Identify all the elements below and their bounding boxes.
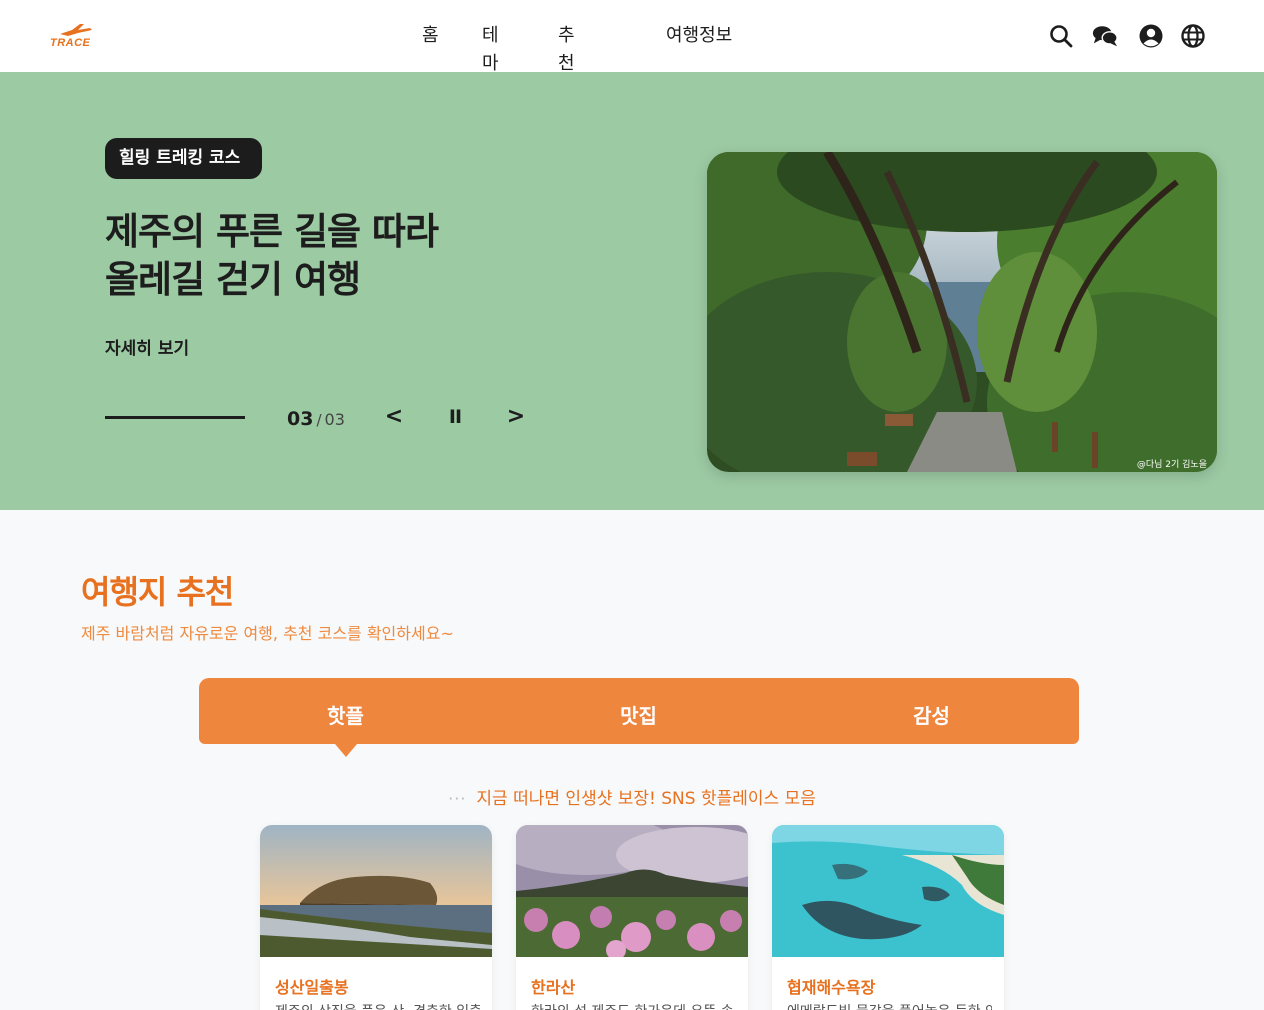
nav-theme[interactable]: 테마 — [482, 22, 499, 78]
logo-text: TRACE — [50, 37, 91, 49]
category-tabs: 핫플 맛집 감성 — [199, 678, 1079, 744]
section-subtitle: 제주 바람처럼 자유로운 여행, 추천 코스를 확인하세요~ — [81, 624, 454, 643]
seongsan-image — [260, 825, 492, 957]
slide-progress-fill — [105, 416, 245, 419]
place-card[interactable]: 협재해수욕장 에메랄드빛 물감을 풀어놓은 듯한 연 — [772, 825, 1004, 1010]
image-credit: @다님 2기 김노을 — [1136, 460, 1207, 470]
place-card[interactable]: 한라산 한라의 섬 제주도 한가운데 우뚝 솟 — [516, 825, 748, 1010]
hero-badge: 힐링 트레킹 코스 — [105, 138, 263, 179]
hero-title: 제주의 푸른 길을 따라 올레길 걷기 여행 — [105, 208, 565, 304]
tab-mood[interactable]: 감성 — [785, 678, 1078, 744]
globe-icon[interactable] — [1180, 23, 1206, 49]
site-header: TRACE 홈 테마 추천코스 여행정보 — [0, 0, 1264, 130]
nav-home[interactable]: 홈 — [422, 22, 439, 50]
tab-tagline: ··· 지금 떠나면 인생샷 보장! SNS 핫플레이스 모음 — [0, 784, 1264, 809]
tab-hotplace[interactable]: 핫플 — [199, 678, 492, 744]
section-title: 여행지 추천 — [81, 573, 234, 611]
logo[interactable]: TRACE — [48, 22, 104, 50]
active-tab-indicator — [335, 744, 357, 757]
tagline-dots: ··· — [448, 789, 467, 808]
slide-counter: 03/03 — [287, 408, 345, 430]
slide-prev-button[interactable]: < — [382, 402, 406, 432]
place-card-title: 협재해수욕장 — [787, 978, 876, 997]
hero-more-link[interactable]: 자세히 보기 — [105, 334, 189, 359]
hero-banner: 힐링 트레킹 코스 제주의 푸른 길을 따라 올레길 걷기 여행 자세히 보기 … — [0, 72, 1264, 510]
tagline-text: 지금 떠나면 인생샷 보장! SNS 핫플레이스 모음 — [476, 789, 816, 809]
nav-travel-info[interactable]: 여행정보 — [666, 22, 756, 50]
slide-pause-button[interactable]: II — [443, 402, 467, 432]
place-card[interactable]: 성산일출봉 제주의 상징을 품은 산, 경충한 일출 — [260, 825, 492, 1010]
place-card-desc: 에메랄드빛 물감을 풀어놓은 듯한 연 — [787, 1001, 992, 1010]
hero-image-olle-trail[interactable]: @다님 2기 김노을 — [707, 152, 1217, 472]
chat-icon[interactable] — [1092, 23, 1118, 49]
place-card-title: 성산일출봉 — [275, 978, 349, 997]
user-icon[interactable] — [1138, 23, 1164, 49]
hero-title-line2: 올레길 걷기 여행 — [105, 258, 361, 301]
place-card-desc: 한라의 섬 제주도 한가운데 우뚝 솟 — [531, 1001, 736, 1010]
slide-total: 03 — [324, 410, 345, 429]
forest-path-image — [707, 152, 1217, 472]
place-card-desc: 제주의 상징을 품은 산, 경충한 일출 — [275, 1001, 480, 1010]
slide-progress-bar — [105, 416, 245, 419]
place-card-title: 한라산 — [531, 978, 576, 997]
airplane-icon — [60, 24, 92, 36]
hyeopjae-beach-image — [772, 825, 1004, 957]
hero-title-line1: 제주의 푸른 길을 따라 — [105, 210, 439, 253]
hallasan-image — [516, 825, 748, 957]
search-icon[interactable] — [1048, 23, 1074, 49]
tab-restaurant[interactable]: 맛집 — [492, 678, 785, 744]
slide-next-button[interactable]: > — [504, 402, 528, 432]
slide-current: 03 — [287, 408, 314, 430]
slide-counter-separator: / — [316, 411, 322, 429]
